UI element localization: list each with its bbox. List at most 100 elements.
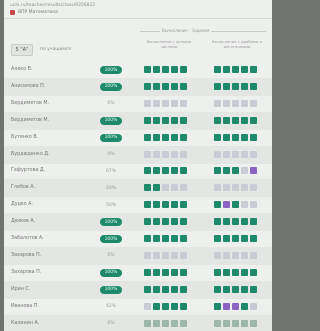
- task-result-cell[interactable]: [162, 150, 169, 158]
- task-result-cell[interactable]: [223, 268, 230, 276]
- task-result-cell[interactable]: [214, 268, 221, 276]
- task-result-cell[interactable]: [153, 201, 160, 209]
- task-result-cell[interactable]: [250, 66, 257, 73]
- task-result-cell[interactable]: [144, 201, 151, 209]
- task-result-cell[interactable]: [250, 218, 257, 226]
- task-result-cell[interactable]: [214, 302, 221, 310]
- task-result-cell[interactable]: [232, 285, 239, 293]
- task-result-cell[interactable]: [241, 150, 248, 158]
- table-row[interactable]: Бурдюденко Д. 0%: [4, 145, 272, 164]
- task-result-cell[interactable]: [214, 235, 221, 242]
- task-result-cell[interactable]: [171, 302, 178, 310]
- task-result-cell[interactable]: [223, 82, 230, 90]
- task-result-cell[interactable]: [144, 167, 151, 175]
- task-result-cell[interactable]: [232, 167, 239, 175]
- task-result-cell[interactable]: [214, 116, 221, 124]
- task-result-cell[interactable]: [180, 235, 187, 242]
- task-result-cell[interactable]: [144, 285, 151, 293]
- task-result-cell[interactable]: [250, 235, 257, 242]
- table-row[interactable]: Алеко В. 100%: [4, 61, 272, 79]
- task-result-cell[interactable]: [250, 319, 257, 327]
- task-result-cell[interactable]: [171, 184, 178, 192]
- task-result-cell[interactable]: [214, 133, 221, 141]
- task-result-cell[interactable]: [171, 116, 178, 124]
- task-result-cell[interactable]: [250, 184, 257, 192]
- table-row[interactable]: Анисимова П. 100%: [4, 77, 272, 96]
- task-result-cell[interactable]: [144, 251, 151, 259]
- task-result-cell[interactable]: [171, 218, 178, 226]
- task-result-cell[interactable]: [162, 82, 169, 90]
- task-result-cell[interactable]: [223, 99, 230, 107]
- task-result-cell[interactable]: [153, 82, 160, 90]
- task-result-cell[interactable]: [241, 268, 248, 276]
- task-result-cell[interactable]: [162, 319, 169, 327]
- table-row[interactable]: Иванова П. 42%: [4, 298, 272, 316]
- task-result-cell[interactable]: [180, 82, 187, 90]
- task-result-cell[interactable]: [214, 150, 221, 158]
- task-result-cell[interactable]: [171, 150, 178, 158]
- task-result-cell[interactable]: [171, 201, 178, 209]
- task-result-cell[interactable]: [180, 150, 187, 158]
- task-result-cell[interactable]: [144, 150, 151, 158]
- task-result-cell[interactable]: [232, 82, 239, 90]
- task-result-cell[interactable]: [250, 167, 257, 175]
- task-result-cell[interactable]: [153, 302, 160, 310]
- task-result-cell[interactable]: [144, 319, 151, 327]
- task-result-cell[interactable]: [162, 201, 169, 209]
- task-result-cell[interactable]: [223, 133, 230, 141]
- task-result-cell[interactable]: [232, 268, 239, 276]
- task-result-cell[interactable]: [162, 268, 169, 276]
- task-result-cell[interactable]: [162, 66, 169, 73]
- task-result-cell[interactable]: [232, 133, 239, 141]
- task-result-cell[interactable]: [162, 302, 169, 310]
- task-result-cell[interactable]: [250, 99, 257, 107]
- task-result-cell[interactable]: [162, 184, 169, 192]
- task-result-cell[interactable]: [144, 302, 151, 310]
- class-select[interactable]: 5 "А": [11, 44, 33, 56]
- task-result-cell[interactable]: [250, 201, 257, 209]
- task-result-cell[interactable]: [223, 167, 230, 175]
- task-result-cell[interactable]: [180, 167, 187, 175]
- task-result-cell[interactable]: [180, 302, 187, 310]
- task-result-cell[interactable]: [223, 251, 230, 259]
- task-result-cell[interactable]: [223, 302, 230, 310]
- task-result-cell[interactable]: [162, 167, 169, 175]
- task-result-cell[interactable]: [162, 235, 169, 242]
- task-result-cell[interactable]: [223, 116, 230, 124]
- task-result-cell[interactable]: [232, 66, 239, 73]
- browser-url[interactable]: uchi.ru/teacher/results/class/9356822: [10, 3, 95, 8]
- task-result-cell[interactable]: [171, 235, 178, 242]
- task-result-cell[interactable]: [153, 268, 160, 276]
- task-result-cell[interactable]: [171, 251, 178, 259]
- task-result-cell[interactable]: [241, 82, 248, 90]
- task-result-cell[interactable]: [232, 251, 239, 259]
- task-result-cell[interactable]: [171, 167, 178, 175]
- task-result-cell[interactable]: [250, 302, 257, 310]
- task-result-cell[interactable]: [153, 251, 160, 259]
- task-result-cell[interactable]: [250, 268, 257, 276]
- task-result-cell[interactable]: [180, 201, 187, 209]
- task-result-cell[interactable]: [162, 218, 169, 226]
- task-result-cell[interactable]: [153, 184, 160, 192]
- task-result-cell[interactable]: [214, 167, 221, 175]
- task-result-cell[interactable]: [214, 218, 221, 226]
- task-result-cell[interactable]: [232, 319, 239, 327]
- task-result-cell[interactable]: [241, 167, 248, 175]
- task-result-cell[interactable]: [223, 184, 230, 192]
- task-result-cell[interactable]: [171, 319, 178, 327]
- task-result-cell[interactable]: [180, 133, 187, 141]
- task-result-cell[interactable]: [180, 268, 187, 276]
- table-row[interactable]: Захарова П. 0%: [4, 246, 272, 265]
- task-result-cell[interactable]: [153, 319, 160, 327]
- task-result-cell[interactable]: [223, 285, 230, 293]
- task-result-cell[interactable]: [153, 116, 160, 124]
- task-result-cell[interactable]: [171, 99, 178, 107]
- task-result-cell[interactable]: [144, 66, 151, 73]
- task-result-cell[interactable]: [214, 82, 221, 90]
- task-result-cell[interactable]: [144, 82, 151, 90]
- task-result-cell[interactable]: [241, 133, 248, 141]
- table-row[interactable]: Дудко А. 50%: [4, 196, 272, 214]
- table-row[interactable]: Калинин А. 0%: [4, 314, 272, 331]
- task-result-cell[interactable]: [214, 319, 221, 327]
- task-result-cell[interactable]: [232, 116, 239, 124]
